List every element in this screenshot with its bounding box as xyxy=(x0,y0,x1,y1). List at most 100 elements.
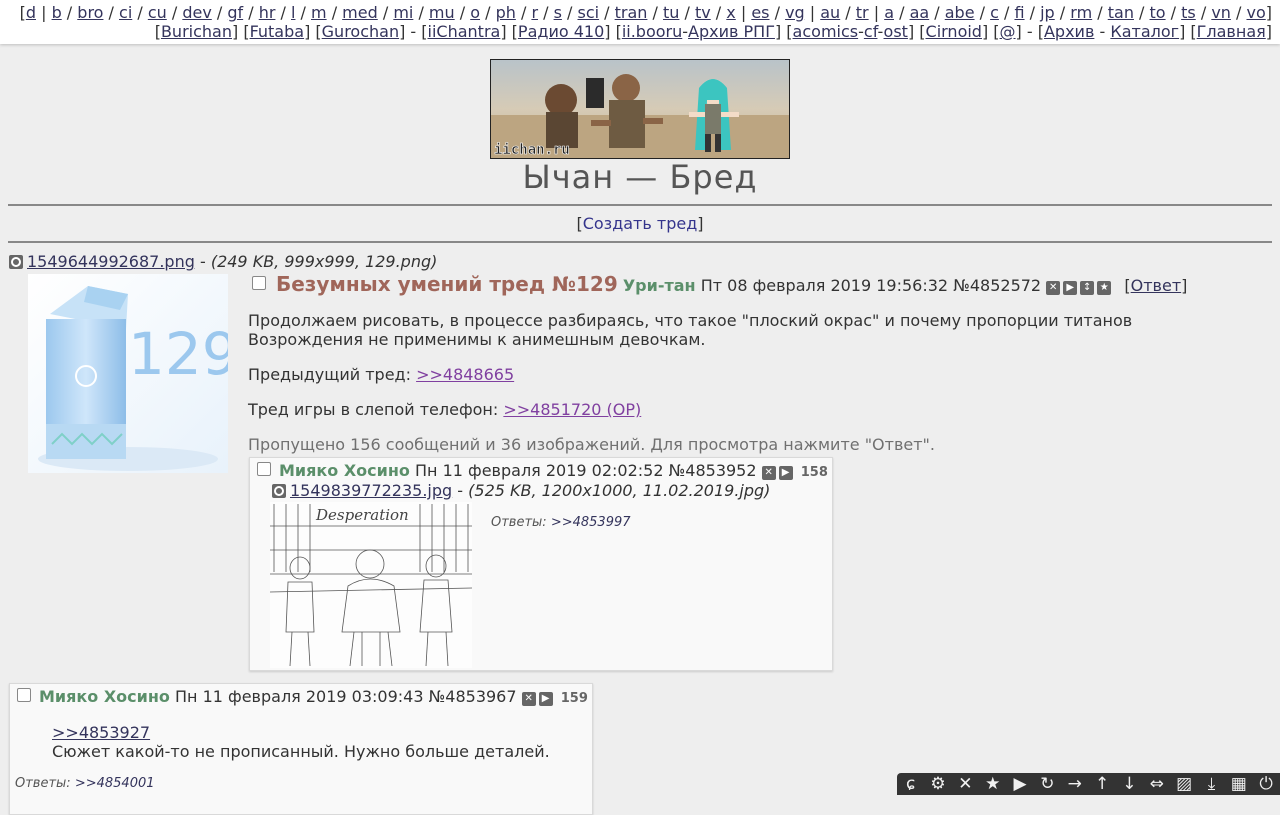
hide-icon[interactable]: ✕ xyxy=(1046,281,1061,295)
op-select-checkbox[interactable] xyxy=(252,276,266,290)
nav-link[interactable]: abe xyxy=(945,3,975,22)
nav-link[interactable]: bro xyxy=(77,3,103,22)
nav-link[interactable]: vg xyxy=(785,3,805,22)
prev-thread-link[interactable]: >>4848665 xyxy=(416,365,514,384)
nav-link[interactable]: b xyxy=(52,3,62,22)
nav-link[interactable]: Cirnoid xyxy=(926,22,982,41)
settings-icon[interactable]: ⚙ xyxy=(926,773,950,795)
expand-icon[interactable]: ↕ xyxy=(1080,281,1095,295)
arrow-up-icon[interactable]: ↑ xyxy=(1090,773,1114,795)
nav-link[interactable]: d xyxy=(26,3,36,22)
nav-link[interactable]: Архив РПГ xyxy=(688,22,775,41)
op-game-thread-line: Тред игры в слепой телефон: >>4851720 (O… xyxy=(248,400,641,419)
nav-separator: / xyxy=(998,3,1015,22)
hide-icon[interactable]: ✕ xyxy=(761,466,776,480)
post-number[interactable]: №4853952 xyxy=(669,461,757,480)
refresh-icon[interactable]: ↻ xyxy=(1035,773,1059,795)
nav-link[interactable]: med xyxy=(342,3,378,22)
nav-link[interactable]: mi xyxy=(393,3,413,22)
nav-link[interactable]: dev xyxy=(182,3,211,22)
nav-link[interactable]: vo xyxy=(1246,3,1265,22)
nav-link[interactable]: tan xyxy=(1108,3,1134,22)
nav-separator: | xyxy=(36,3,52,22)
close-icon[interactable]: ✕ xyxy=(953,773,977,795)
nav-link[interactable]: tran xyxy=(615,3,648,22)
op-file-link[interactable]: 1549644992687.png xyxy=(27,252,195,271)
arrow-down-icon[interactable]: ↓ xyxy=(1117,773,1141,795)
arrow-right-icon[interactable]: → xyxy=(1063,773,1087,795)
download-icon[interactable]: ⤓ xyxy=(1199,773,1223,795)
reply-select-checkbox[interactable] xyxy=(257,462,271,476)
nav-link[interactable]: ph xyxy=(496,3,516,22)
play-icon[interactable]: ▶ xyxy=(1008,773,1032,795)
nav-link[interactable]: ts xyxy=(1181,3,1196,22)
nav-link[interactable]: fi xyxy=(1014,3,1024,22)
game-thread-link[interactable]: >>4851720 (OP) xyxy=(503,400,641,419)
logo-caption: iichan.ru xyxy=(494,142,570,158)
play-icon[interactable]: ▶ xyxy=(778,466,793,480)
nav-link[interactable]: tr xyxy=(856,3,869,22)
nav-link[interactable]: vn xyxy=(1211,3,1231,22)
nav-link[interactable]: Futaba xyxy=(250,22,305,41)
post-number[interactable]: №4853967 xyxy=(429,687,517,706)
logo-icon[interactable]: ɕ xyxy=(899,773,923,795)
nav-link[interactable]: cf xyxy=(864,22,878,41)
reply-select-checkbox[interactable] xyxy=(17,688,31,702)
nav-separator: ] - [ xyxy=(399,22,428,41)
reply-file-link[interactable]: 1549839772235.jpg xyxy=(290,481,452,500)
nav-link[interactable]: x xyxy=(726,3,735,22)
reply-link[interactable]: Ответ xyxy=(1131,276,1182,295)
thumbnail-number: 129 xyxy=(128,320,228,388)
nav-link[interactable]: ci xyxy=(119,3,132,22)
favorite-icon[interactable]: ★ xyxy=(1097,281,1112,295)
favorites-icon[interactable]: ★ xyxy=(981,773,1005,795)
nav-link[interactable]: cu xyxy=(148,3,167,22)
nav-link[interactable]: o xyxy=(470,3,480,22)
nav-link[interactable]: to xyxy=(1150,3,1166,22)
nav-link[interactable]: ost xyxy=(884,22,908,41)
nav-link[interactable]: Каталог xyxy=(1110,22,1179,41)
nav-separator: / xyxy=(679,3,695,22)
nav-link[interactable]: hr xyxy=(259,3,276,22)
nav-link[interactable]: acomics xyxy=(793,22,859,41)
play-icon[interactable]: ▶ xyxy=(1063,281,1078,295)
nav-link[interactable]: @ xyxy=(1000,22,1016,41)
nav-separator: | xyxy=(868,3,885,22)
nav-link[interactable]: a xyxy=(884,3,894,22)
magnify-icon[interactable] xyxy=(9,255,23,269)
nav-link[interactable]: c xyxy=(990,3,999,22)
grid-icon[interactable]: ▦ xyxy=(1227,773,1251,795)
hide-icon[interactable]: ✕ xyxy=(521,692,536,706)
nav-link[interactable]: sci xyxy=(577,3,599,22)
nav-link[interactable]: es xyxy=(751,3,769,22)
power-icon[interactable]: ⏻ xyxy=(1254,773,1278,795)
nav-link[interactable]: Burichan xyxy=(161,22,232,41)
nav-link[interactable]: tu xyxy=(663,3,679,22)
nav-link[interactable]: iiChantra xyxy=(428,22,501,41)
hide-icon[interactable]: ▨ xyxy=(1172,773,1196,795)
quote-link[interactable]: >>4853927 xyxy=(52,723,150,742)
nav-link[interactable]: m xyxy=(311,3,327,22)
op-thumbnail[interactable]: 129 xyxy=(28,274,228,473)
nav-link[interactable]: Главная xyxy=(1197,22,1266,41)
create-thread-link[interactable]: Создать тред xyxy=(583,214,698,233)
nav-link[interactable]: Радио 410 xyxy=(518,22,604,41)
answer-link[interactable]: >>4854001 xyxy=(75,776,155,791)
nav-link[interactable]: Архив xyxy=(1044,22,1094,41)
nav-link[interactable]: aa xyxy=(910,3,930,22)
nav-link[interactable]: ii.booru xyxy=(622,22,682,41)
nav-link[interactable]: Gurochan xyxy=(322,22,399,41)
expand-icon[interactable]: ⇔ xyxy=(1145,773,1169,795)
play-icon[interactable]: ▶ xyxy=(538,692,553,706)
nav-link[interactable]: rm xyxy=(1070,3,1092,22)
nav-link[interactable]: tv xyxy=(695,3,711,22)
nav-link[interactable]: au xyxy=(820,3,840,22)
nav-link[interactable]: mu xyxy=(429,3,455,22)
magnify-icon[interactable] xyxy=(272,484,286,498)
nav-link[interactable]: gf xyxy=(227,3,243,22)
nav-link[interactable]: jp xyxy=(1040,3,1055,22)
post-number[interactable]: №4852572 xyxy=(953,276,1041,295)
reply-thumbnail[interactable]: Desperation xyxy=(269,502,473,668)
nav-link[interactable]: s xyxy=(554,3,562,22)
answer-link[interactable]: >>4853997 xyxy=(551,515,631,530)
